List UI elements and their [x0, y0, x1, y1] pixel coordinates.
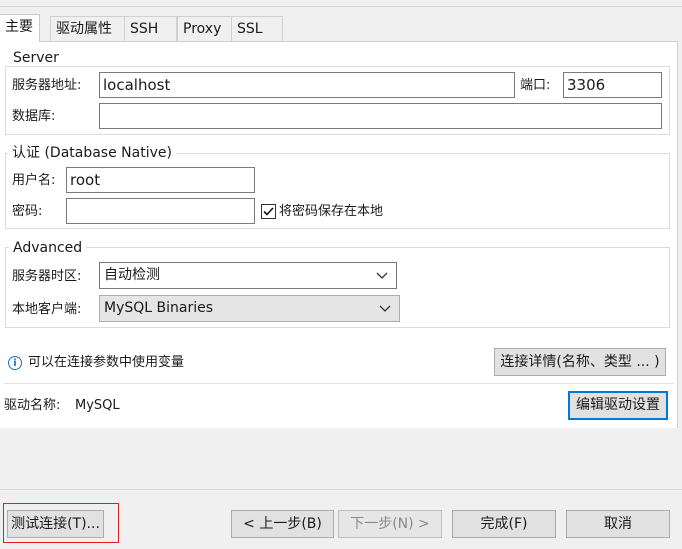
host-label: 服务器地址:	[12, 78, 82, 93]
server-group-title: Server	[9, 50, 63, 66]
tab-proxy[interactable]: Proxy	[177, 16, 232, 41]
timezone-label: 服务器时区:	[12, 269, 82, 284]
database-input[interactable]	[99, 103, 662, 129]
port-label: 端口:	[520, 78, 551, 93]
test-connection-button[interactable]: 测试连接(T)...	[7, 510, 104, 538]
chevron-down-icon	[379, 305, 391, 312]
edit-driver-settings-button[interactable]: 编辑驱动设置	[568, 391, 668, 420]
client-select[interactable]: MySQL Binaries	[99, 295, 400, 322]
info-icon: i	[8, 356, 22, 370]
top-divider	[0, 6, 682, 7]
database-label: 数据库:	[12, 109, 56, 124]
username-label: 用户名:	[12, 173, 56, 188]
client-label: 本地客户端:	[12, 302, 82, 317]
advanced-group-title: Advanced	[9, 240, 87, 256]
tab-proxy-label: Proxy	[183, 21, 222, 37]
tab-main-label: 主要	[5, 19, 33, 35]
chevron-down-icon	[376, 272, 388, 279]
tab-ssh[interactable]: SSH	[124, 16, 177, 41]
footer-divider	[0, 489, 682, 490]
driver-name-label: 驱动名称:	[4, 398, 61, 413]
divider	[4, 383, 674, 384]
back-button[interactable]: < 上一步(B)	[231, 510, 334, 538]
tab-main[interactable]: 主要	[0, 14, 40, 42]
tab-ssl[interactable]: SSL	[231, 16, 283, 41]
checkmark-icon	[263, 207, 274, 216]
tab-ssh-label: SSH	[130, 21, 159, 37]
connection-details-button[interactable]: 连接详情(名称、类型 ... )	[494, 348, 666, 376]
port-input[interactable]: 3306	[563, 72, 662, 98]
cancel-button[interactable]: 取消	[566, 510, 670, 538]
finish-button[interactable]: 完成(F)	[452, 510, 556, 538]
tab-driver-properties[interactable]: 驱动属性	[50, 16, 125, 41]
timezone-select[interactable]: 自动检测	[99, 262, 397, 289]
password-input[interactable]	[66, 198, 255, 224]
save-password-label[interactable]: 将密码保存在本地	[279, 203, 383, 221]
host-input[interactable]: localhost	[99, 72, 515, 98]
username-input[interactable]: root	[66, 167, 255, 193]
next-button[interactable]: 下一步(N) >	[338, 510, 442, 538]
save-password-checkbox[interactable]	[261, 204, 276, 219]
client-value: MySQL Binaries	[104, 300, 214, 316]
tab-driver-properties-label: 驱动属性	[56, 21, 112, 37]
driver-name-value: MySQL	[75, 398, 120, 413]
password-label: 密码:	[12, 204, 43, 219]
timezone-value: 自动检测	[104, 267, 160, 283]
variables-hint: 可以在连接参数中使用变量	[28, 355, 185, 370]
auth-group-title: 认证 (Database Native)	[8, 145, 176, 161]
tab-ssl-label: SSL	[237, 21, 263, 37]
